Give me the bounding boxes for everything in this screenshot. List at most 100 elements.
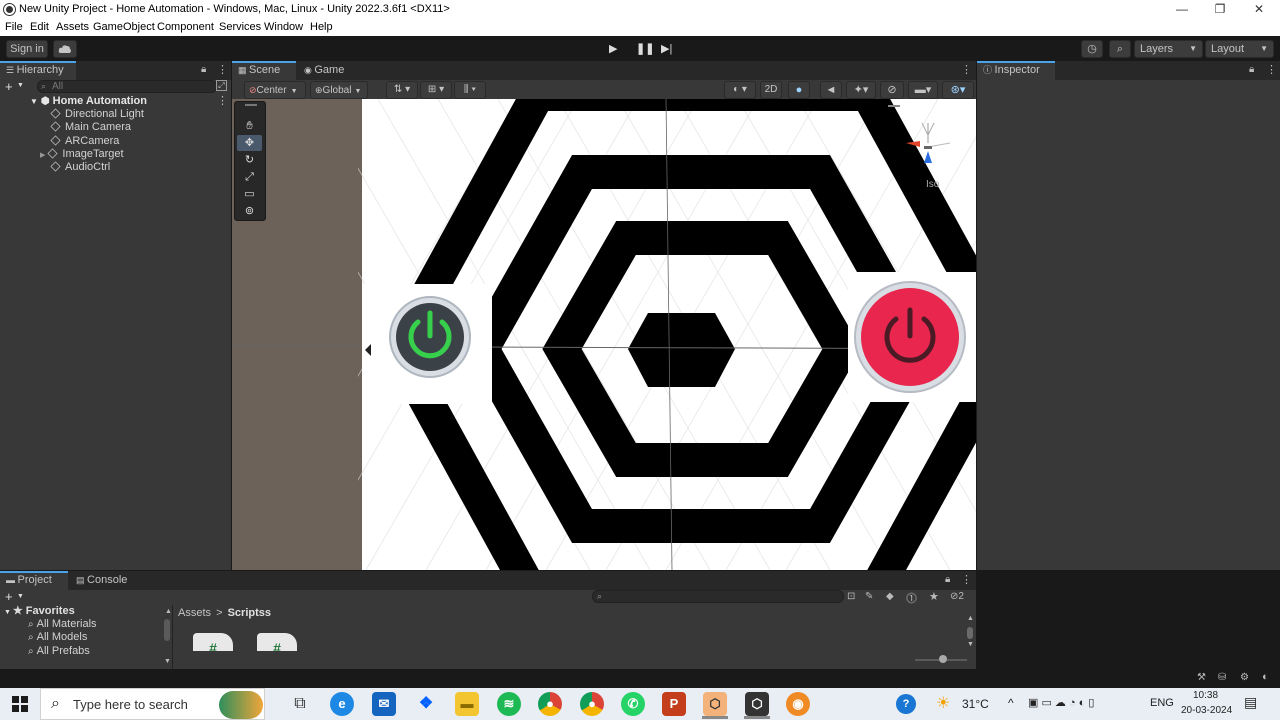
chrome-icon[interactable]: ● (538, 692, 562, 716)
cache-server-icon[interactable]: ⛁ (1218, 672, 1226, 683)
lock-icon[interactable]: 🔒︎ (1249, 64, 1254, 75)
edge-browser-icon[interactable]: e (330, 692, 354, 716)
history-icon[interactable]: ◷ (1081, 40, 1103, 58)
lock-icon[interactable]: 🔒︎ (201, 64, 206, 75)
tag-icon[interactable]: ◆ (886, 591, 894, 602)
chrome-profile-icon[interactable]: ● (580, 692, 604, 716)
language-indicator[interactable]: ENG (1150, 697, 1174, 709)
gizmos-icon[interactable]: ⊛▾ (942, 81, 974, 99)
sign-in-button[interactable]: Sign in (6, 40, 48, 58)
menu-window[interactable]: Window (264, 21, 303, 33)
tab-inspector[interactable]: ⓘ Inspector (977, 61, 1055, 80)
favorites-item-all-materials[interactable]: ⌕ All Materials (28, 618, 97, 631)
orientation-gizmo-icon[interactable] (900, 113, 960, 173)
step-icon[interactable]: ▶| (661, 42, 672, 55)
2d-toggle[interactable]: 2D (760, 81, 782, 99)
effects-icon[interactable]: ✦▾ (846, 81, 876, 99)
favorites-item-all-prefabs[interactable]: ⌕ All Prefabs (28, 645, 90, 658)
pause-icon[interactable]: ❚❚ (636, 42, 654, 55)
hierarchy-item-imagetarget[interactable]: ▶ ImageTarget (40, 148, 124, 161)
transform-tool-icon[interactable]: ⊚ (237, 203, 262, 219)
favorites-header[interactable]: ▼ ★ Favorites (4, 605, 75, 618)
hidden-packages-icon[interactable]: ⊘2 (950, 591, 964, 602)
mail-icon[interactable]: ✉ (372, 692, 396, 716)
add-icon[interactable]: + (5, 80, 13, 93)
menu-services[interactable]: Services (219, 21, 261, 33)
hierarchy-search-field[interactable]: ⌕ All (37, 80, 217, 93)
search-icon[interactable]: ⌕ (1109, 40, 1131, 58)
taskbar-search-input[interactable]: Type here to search (73, 697, 188, 712)
powerpoint-icon[interactable]: P (662, 692, 686, 716)
draw-mode-button[interactable]: ◐ ▾ (724, 81, 756, 99)
audio-icon[interactable]: ◄ (820, 81, 842, 99)
tray-icons[interactable]: ▣ ▭ ☁ ◔ ◐ ▯ (1028, 696, 1094, 709)
pivot-dropdown[interactable]: ⊘Center ▼ (244, 81, 306, 99)
scene-viewport[interactable]: ✋︎ ✥ ↻ ⤢ ▭ ⊚ Iso (232, 99, 976, 570)
clock-date[interactable]: 20-03-2024 (1181, 705, 1232, 716)
visibility-icon[interactable]: ⊘ (880, 81, 904, 99)
power-button-on-quad[interactable] (362, 284, 492, 404)
chevron-down-icon[interactable]: ▼ (17, 593, 24, 600)
clock-time[interactable]: 10:38 (1193, 690, 1218, 701)
dropbox-icon[interactable]: ❖ (414, 692, 438, 716)
add-icon[interactable]: + (5, 590, 13, 603)
task-view-icon[interactable]: ⧉ (288, 692, 312, 716)
snap-settings-button[interactable]: ⇅ ▾ (386, 81, 418, 99)
assets-scrollbar[interactable] (967, 627, 973, 639)
taskbar-search-box[interactable]: ⌕ Type here to search (40, 688, 265, 720)
script-asset-icon[interactable]: # (193, 633, 233, 651)
icon-size-slider-thumb[interactable] (939, 655, 947, 663)
favorites-item-all-models[interactable]: ⌕ All Models (28, 631, 87, 644)
hierarchy-item-directional-light[interactable]: Directional Light (50, 108, 144, 121)
weather-temperature[interactable]: 31°C (962, 697, 989, 711)
notifications-icon[interactable]: ▤ (1244, 694, 1257, 711)
spotify-icon[interactable]: ≋ (497, 692, 521, 716)
weather-icon[interactable]: ☀ (936, 693, 950, 713)
move-tool-icon[interactable]: ✥ (237, 135, 262, 151)
panel-menu-icon[interactable]: ⋮ (961, 575, 972, 586)
menu-file[interactable]: File (5, 21, 23, 33)
help-icon[interactable]: ? (896, 694, 916, 714)
panel-menu-icon[interactable]: ⋮ (1266, 65, 1277, 76)
menu-help[interactable]: Help (310, 21, 333, 33)
tab-project[interactable]: ▬ Project (0, 571, 68, 590)
whatsapp-icon[interactable]: ✆ (621, 692, 645, 716)
menu-edit[interactable]: Edit (30, 21, 49, 33)
log-icon[interactable]: ⓵ (906, 590, 917, 606)
cloud-icon[interactable] (53, 40, 77, 58)
panel-menu-icon[interactable]: ⋮ (217, 65, 228, 76)
drag-handle-icon[interactable] (245, 104, 257, 106)
increment-snap-button[interactable]: ⫼ ▾ (454, 81, 486, 99)
debug-icon[interactable]: ⚙ (1240, 672, 1249, 683)
layers-dropdown[interactable]: Layers ▼ (1134, 40, 1203, 58)
rect-tool-icon[interactable]: ▭ (237, 186, 262, 202)
lock-icon[interactable]: 🔒︎ (945, 574, 950, 585)
space-dropdown[interactable]: ⊕Global ▼ (310, 81, 368, 99)
hierarchy-item-arcamera[interactable]: ARCamera (50, 135, 119, 148)
camera-icon[interactable]: ▬▾ (908, 81, 938, 99)
scene-menu-icon[interactable]: ⋮ (217, 96, 228, 107)
play-icon[interactable]: ▶ (609, 42, 617, 55)
auto-generate-lighting-icon[interactable]: ◐ (1262, 671, 1269, 683)
breadcrumb-assets[interactable]: Assets (178, 607, 211, 619)
scroll-down-icon[interactable]: ▼ (967, 641, 974, 648)
hierarchy-search-input[interactable]: All (52, 81, 63, 92)
gizmo-projection-label[interactable]: Iso (926, 179, 939, 190)
scroll-up-icon[interactable]: ▲ (967, 615, 974, 622)
star-icon[interactable]: ★ (929, 590, 939, 603)
scroll-down-icon[interactable]: ▼ (164, 658, 171, 665)
chevron-down-icon[interactable]: ▼ (17, 82, 24, 89)
search-highlight-icon[interactable] (219, 691, 263, 719)
search-filter-icon[interactable]: ⤢ (216, 80, 227, 91)
scale-tool-icon[interactable]: ⤢ (237, 169, 262, 185)
layout-dropdown[interactable]: Layout ▼ (1205, 40, 1274, 58)
panel-menu-icon[interactable]: ⋮ (961, 65, 972, 76)
tab-hierarchy[interactable]: ☰ Hierarchy (0, 61, 76, 80)
scene-root[interactable]: ▼ ⬢ Home Automation (30, 95, 230, 108)
menu-gameobject[interactable]: GameObject (93, 21, 155, 33)
favorites-scrollbar[interactable] (164, 619, 170, 641)
unity-hub-icon[interactable]: ⬡ (703, 692, 727, 716)
tab-console[interactable]: ▤ Console (70, 571, 140, 590)
maximize-button[interactable]: ❐ (1210, 2, 1230, 17)
menu-component[interactable]: Component (157, 21, 214, 33)
